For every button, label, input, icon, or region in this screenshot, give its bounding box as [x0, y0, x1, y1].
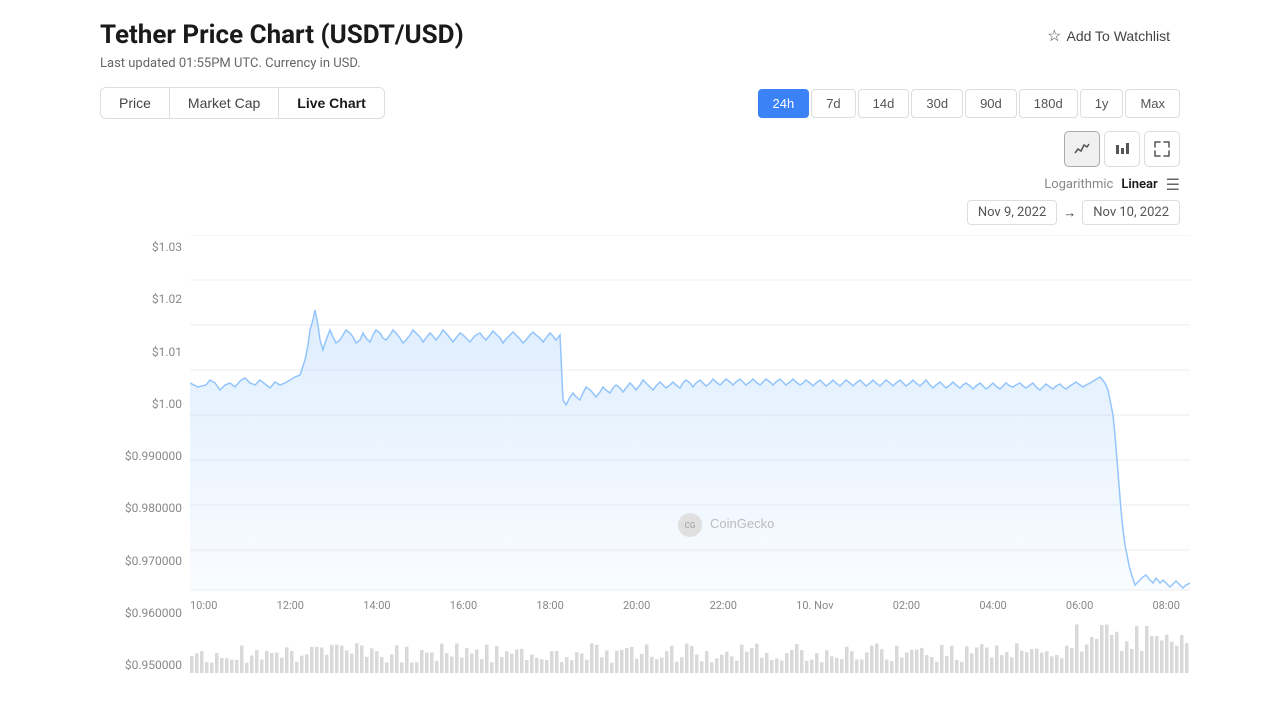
- x-label-9: 04:00: [979, 599, 1006, 612]
- time-period-selector: 24h 7d 14d 30d 90d 180d 1y Max: [758, 89, 1181, 118]
- y-label-2: $1.02: [100, 292, 190, 306]
- tab-price[interactable]: Price: [101, 88, 170, 118]
- y-label-5: $0.990000: [100, 449, 190, 463]
- x-label-11: 08:00: [1153, 599, 1180, 612]
- svg-text:CoinGecko: CoinGecko: [710, 516, 774, 531]
- y-label-1: $1.03: [100, 240, 190, 254]
- chart-tabs: Price Market Cap Live Chart: [100, 87, 385, 119]
- volume-chart: [190, 618, 1180, 677]
- y-label-8: $0.960000: [100, 606, 190, 620]
- fullscreen-icon: [1154, 141, 1170, 157]
- date-to[interactable]: Nov 10, 2022: [1082, 200, 1180, 225]
- date-from[interactable]: Nov 9, 2022: [967, 200, 1057, 225]
- time-180d[interactable]: 180d: [1019, 89, 1078, 118]
- watchlist-label: Add To Watchlist: [1067, 28, 1171, 44]
- y-label-6: $0.980000: [100, 501, 190, 515]
- x-label-10: 06:00: [1066, 599, 1093, 612]
- price-chart: $1.03 $1.02 $1.01 $1.00 $0.990000 $0.980…: [100, 235, 1180, 677]
- x-label-1: 12:00: [277, 599, 304, 612]
- line-chart-button[interactable]: [1064, 131, 1100, 167]
- x-label-5: 20:00: [623, 599, 650, 612]
- x-axis: 10:00 12:00 14:00 16:00 18:00 20:00 22:0…: [190, 595, 1180, 616]
- y-label-4: $1.00: [100, 397, 190, 411]
- x-label-4: 18:00: [536, 599, 563, 612]
- chart-svg-area: CG CoinGecko: [190, 235, 1180, 595]
- tab-marketcap[interactable]: Market Cap: [170, 88, 279, 118]
- time-30d[interactable]: 30d: [911, 89, 963, 118]
- time-max[interactable]: Max: [1125, 89, 1180, 118]
- watchlist-button[interactable]: ☆ Add To Watchlist: [1037, 20, 1180, 52]
- x-label-8: 02:00: [893, 599, 920, 612]
- linear-scale[interactable]: Linear: [1121, 177, 1157, 192]
- tab-livechart[interactable]: Live Chart: [279, 88, 383, 118]
- x-label-2: 14:00: [363, 599, 390, 612]
- subtitle: Last updated 01:55PM UTC. Currency in US…: [100, 56, 464, 71]
- x-label-3: 16:00: [450, 599, 477, 612]
- y-label-3: $1.01: [100, 345, 190, 359]
- y-axis: $1.03 $1.02 $1.01 $1.00 $0.990000 $0.980…: [100, 235, 190, 677]
- page-title: Tether Price Chart (USDT/USD): [100, 20, 464, 50]
- time-90d[interactable]: 90d: [965, 89, 1017, 118]
- y-label-9: $0.950000: [100, 658, 190, 672]
- logarithmic-scale[interactable]: Logarithmic: [1044, 177, 1113, 192]
- bar-chart-button[interactable]: [1104, 131, 1140, 167]
- x-label-6: 22:00: [710, 599, 737, 612]
- date-range: Nov 9, 2022 → Nov 10, 2022: [967, 200, 1180, 225]
- x-label-0: 10:00: [190, 599, 217, 612]
- menu-icon[interactable]: ☰: [1166, 175, 1180, 194]
- star-icon: ☆: [1047, 26, 1061, 46]
- x-label-7: 10. Nov: [796, 599, 833, 612]
- fullscreen-button[interactable]: [1144, 131, 1180, 167]
- bar-chart-icon: [1114, 141, 1130, 157]
- date-arrow: →: [1063, 205, 1076, 221]
- time-7d[interactable]: 7d: [811, 89, 855, 118]
- time-14d[interactable]: 14d: [858, 89, 910, 118]
- svg-text:CG: CG: [685, 521, 696, 530]
- y-label-7: $0.970000: [100, 554, 190, 568]
- time-24h[interactable]: 24h: [758, 89, 810, 118]
- line-chart-icon: [1074, 141, 1090, 157]
- time-1y[interactable]: 1y: [1080, 89, 1124, 118]
